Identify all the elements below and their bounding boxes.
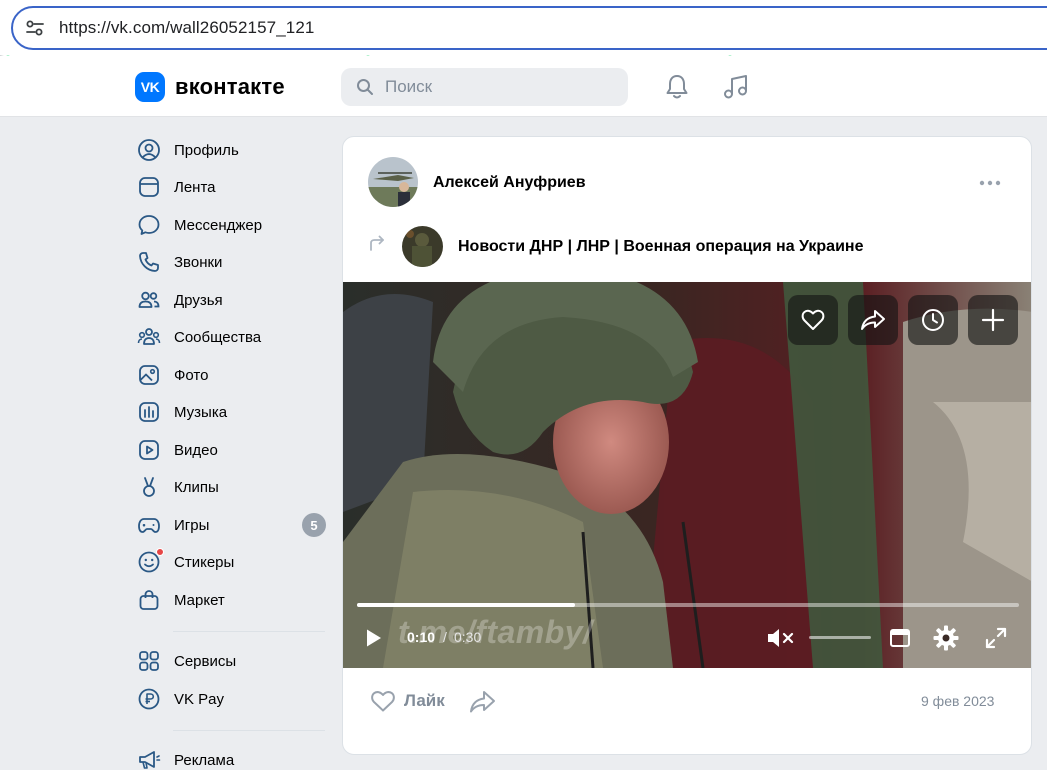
sidebar-item-stickers[interactable]: Стикеры xyxy=(133,545,328,579)
sidebar-item-label: Игры xyxy=(174,517,210,534)
sidebar-item-profile[interactable]: Профиль xyxy=(133,133,328,167)
source-community-name[interactable]: Новости ДНР | ЛНР | Военная операция на … xyxy=(458,238,863,256)
address-bar[interactable]: https://vk.com/wall26052157_121 xyxy=(11,6,1047,50)
search-box[interactable] xyxy=(341,68,628,106)
video-progress-fill xyxy=(357,603,576,607)
profile-icon xyxy=(138,139,160,161)
sidebar-item-label: Видео xyxy=(174,442,218,459)
url-text[interactable]: https://vk.com/wall26052157_121 xyxy=(59,18,314,38)
wall-post: Алексей Ануфриев Новости ДНР | ЛНР | Вое… xyxy=(342,136,1032,755)
settings-gear-icon[interactable] xyxy=(932,624,960,652)
sidebar-item-ads[interactable]: Реклама xyxy=(133,743,328,770)
heart-icon xyxy=(801,309,825,330)
more-options-icon[interactable] xyxy=(977,173,1003,193)
vkpay-icon xyxy=(138,688,160,710)
sidebar-item-label: Лента xyxy=(174,179,216,196)
sidebar-item-label: Стикеры xyxy=(174,554,235,571)
sidebar-item-label: Звонки xyxy=(174,254,223,271)
vk-logo[interactable]: VK вконтакте xyxy=(135,72,285,102)
sidebar-item-label: Друзья xyxy=(174,292,223,309)
volume-slider[interactable] xyxy=(809,636,871,639)
sidebar-item-market[interactable]: Маркет xyxy=(133,583,328,617)
music-icon[interactable] xyxy=(721,72,751,102)
sidebar-item-calls[interactable]: Звонки xyxy=(133,245,328,279)
sidebar-item-friends[interactable]: Друзья xyxy=(133,283,328,317)
search-icon xyxy=(357,79,373,95)
heart-icon xyxy=(371,691,395,712)
vk-logo-text: вконтакте xyxy=(175,74,285,99)
sidebar-item-feed[interactable]: Лента xyxy=(133,170,328,204)
mini-player-icon[interactable] xyxy=(889,627,911,649)
fullscreen-icon[interactable] xyxy=(984,626,1008,650)
sidebar-item-label: Музыка xyxy=(174,404,228,421)
author-avatar[interactable] xyxy=(368,157,418,207)
notification-dot xyxy=(156,548,164,556)
photo-icon xyxy=(139,365,159,385)
market-icon xyxy=(139,590,159,610)
messenger-icon xyxy=(138,215,160,235)
video-player[interactable]: t.me/ftamby/ 0:10 / 0:30 xyxy=(343,282,1031,668)
sidebar-item-label: Маркет xyxy=(174,592,225,609)
clock-icon xyxy=(922,309,944,331)
sidebar-item-label: Профиль xyxy=(174,142,239,159)
sidebar-item-label: Фото xyxy=(174,367,209,384)
sidebar-item-vkpay[interactable]: VK Pay xyxy=(133,682,328,716)
friends-icon xyxy=(138,291,160,308)
ads-icon xyxy=(139,751,161,769)
vk-header: VK вконтакте xyxy=(0,56,1047,117)
sidebar-item-label: Мессенджер xyxy=(174,217,263,234)
watch-later-button[interactable] xyxy=(908,295,958,345)
source-avatar[interactable] xyxy=(402,226,443,267)
sidebar-item-label: VK Pay xyxy=(174,691,225,708)
play-icon[interactable] xyxy=(365,628,383,648)
video-like-button[interactable] xyxy=(788,295,838,345)
video-total-time: 0:30 xyxy=(454,629,482,645)
feed-icon xyxy=(139,177,159,197)
bell-icon[interactable] xyxy=(662,72,692,102)
share-icon xyxy=(861,310,885,330)
clips-icon xyxy=(143,477,155,497)
plus-icon xyxy=(981,308,1005,332)
services-icon xyxy=(139,651,159,671)
post-date[interactable]: 9 фев 2023 xyxy=(921,693,994,709)
video-current-time: 0:10 xyxy=(407,629,436,645)
video-icon xyxy=(139,440,159,460)
sidebar-item-music[interactable]: Музыка xyxy=(133,395,328,429)
sidebar-item-games[interactable]: Игры 5 xyxy=(133,508,328,542)
phone-icon xyxy=(139,252,159,272)
share-icon[interactable] xyxy=(468,688,496,714)
repost-icon xyxy=(370,235,384,251)
sidebar-item-messenger[interactable]: Мессенджер xyxy=(133,208,328,242)
search-input[interactable] xyxy=(385,77,615,97)
sidebar-item-clips[interactable]: Клипы xyxy=(133,470,328,504)
site-settings-icon[interactable] xyxy=(25,18,45,38)
add-video-button[interactable] xyxy=(968,295,1018,345)
sidebar-item-services[interactable]: Сервисы xyxy=(133,644,328,678)
sidebar-item-photos[interactable]: Фото xyxy=(133,358,328,392)
sidebar-item-label: Реклама xyxy=(174,752,235,769)
like-label: Лайк xyxy=(404,691,445,710)
music-icon xyxy=(139,402,159,422)
sidebar-item-label: Клипы xyxy=(174,479,219,496)
author-name[interactable]: Алексей Ануфриев xyxy=(433,174,586,192)
video-time-separator: / xyxy=(443,629,447,645)
games-count-badge: 5 xyxy=(302,513,326,537)
browser-bar: https://vk.com/wall26052157_121 xyxy=(0,0,1047,56)
sidebar-divider xyxy=(173,730,325,731)
vk-logo-icon: VK xyxy=(135,72,165,102)
communities-icon xyxy=(137,328,161,345)
sidebar-item-communities[interactable]: Сообщества xyxy=(133,320,328,354)
sidebar-item-label: Сервисы xyxy=(174,653,237,670)
sidebar-item-label: Сообщества xyxy=(174,329,262,346)
mute-icon[interactable] xyxy=(766,627,796,649)
sidebar-divider xyxy=(173,631,325,632)
video-progress-bar[interactable] xyxy=(357,603,1019,607)
games-icon xyxy=(138,518,160,533)
sidebar-item-video[interactable]: Видео xyxy=(133,433,328,467)
video-share-button[interactable] xyxy=(848,295,898,345)
